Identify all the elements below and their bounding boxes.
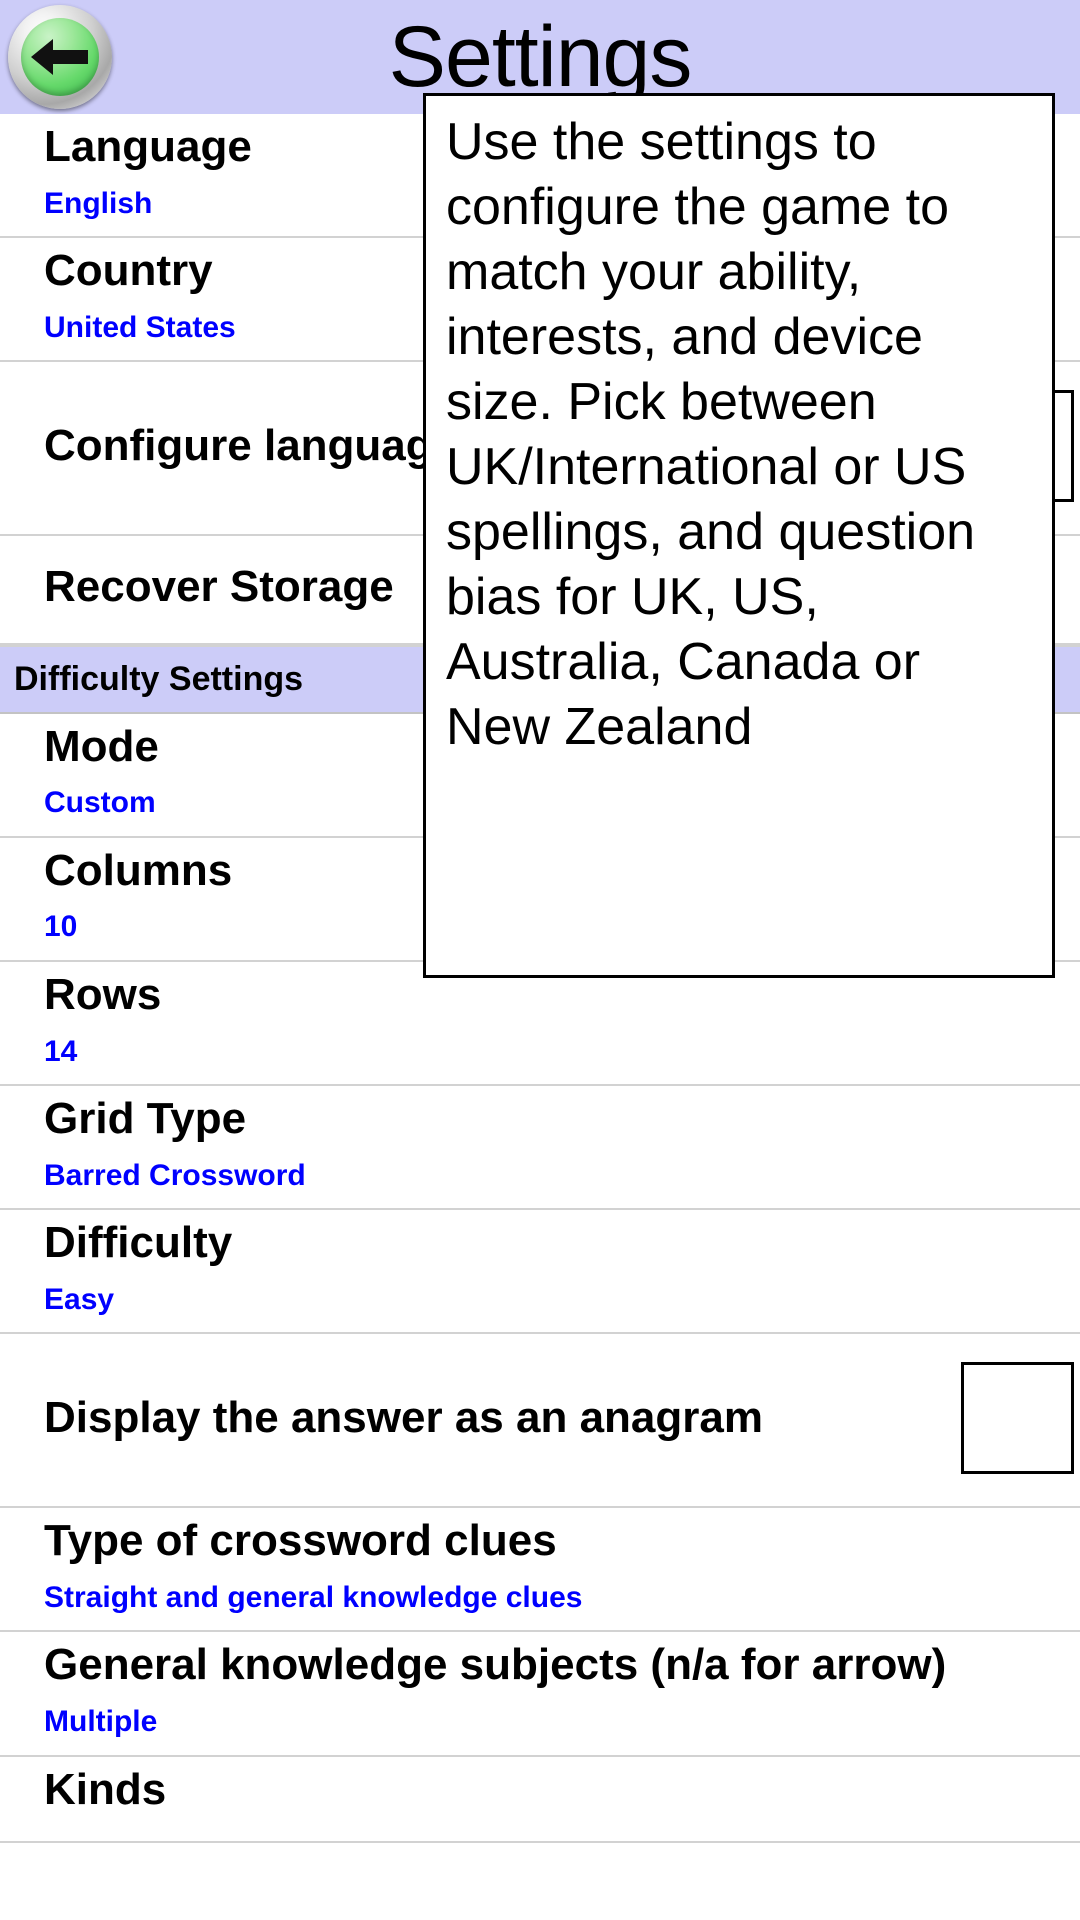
list-item[interactable]: Difficulty Easy	[0, 1210, 1080, 1335]
back-button-disc	[21, 18, 99, 96]
list-item[interactable]: Kinds	[0, 1756, 1080, 1844]
row-value-grid-type: Barred Crossword	[44, 1158, 306, 1192]
row-body: Display the answer as an anagram	[44, 1392, 961, 1442]
back-arrow-icon	[31, 39, 88, 75]
row-body: Grid Type Barred Crossword	[44, 1094, 1080, 1194]
row-body: Difficulty Easy	[44, 1220, 1080, 1318]
row-value-difficulty: Easy	[44, 1282, 115, 1316]
row-body: General knowledge subjects (n/a for arro…	[44, 1642, 1080, 1740]
row-title-rows: Rows	[44, 969, 162, 1019]
row-body: Rows 14	[44, 969, 1080, 1070]
back-button[interactable]	[8, 5, 112, 109]
row-title-general-knowledge-subjects: General knowledge subjects (n/a for arro…	[44, 1640, 947, 1690]
row-title-kinds: Kinds	[44, 1764, 167, 1814]
row-value-general-knowledge-subjects: Multiple	[44, 1705, 158, 1739]
row-title-grid-type: Grid Type	[44, 1094, 247, 1144]
help-tooltip: Use the settings to configure the game t…	[423, 93, 1055, 978]
row-title-type-of-crossword-clues: Type of crossword clues	[44, 1516, 557, 1566]
row-value-type-of-crossword-clues: Straight and general knowledge clues	[44, 1580, 583, 1614]
list-item[interactable]: General knowledge subjects (n/a for arro…	[0, 1632, 1080, 1757]
list-item[interactable]: Display the answer as an anagram	[0, 1334, 1080, 1509]
checkbox-display-answer-as-anagram[interactable]	[961, 1362, 1074, 1475]
row-value-rows: 14	[44, 1034, 78, 1068]
list-item[interactable]: Grid Type Barred Crossword	[0, 1086, 1080, 1211]
row-title-difficulty: Difficulty	[44, 1218, 233, 1268]
list-item[interactable]: Rows 14	[0, 961, 1080, 1087]
row-body: Kinds	[44, 1764, 1080, 1828]
list-item[interactable]: Type of crossword clues Straight and gene…	[0, 1508, 1080, 1633]
settings-screen: Settings Language English Country United St…	[0, 0, 1080, 1920]
row-title-display-answer-as-anagram: Display the answer as an anagram	[44, 1392, 763, 1442]
row-body: Type of crossword clues Straight and gene…	[44, 1518, 1080, 1616]
